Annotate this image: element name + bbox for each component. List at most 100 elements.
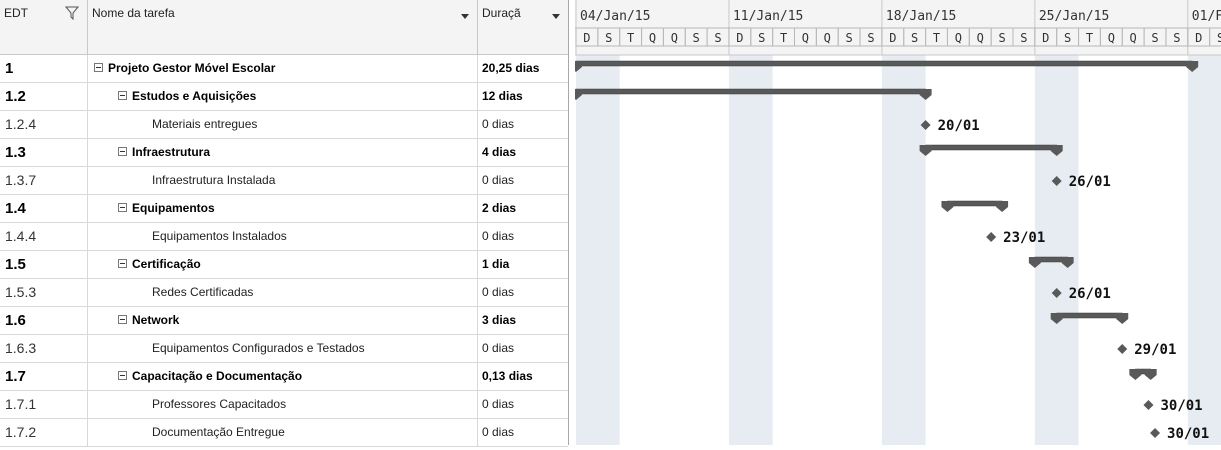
- task-name-cell[interactable]: Infraestrutura: [88, 139, 478, 166]
- edt-cell[interactable]: 1.4: [0, 195, 88, 222]
- edt-cell[interactable]: 1.6: [0, 307, 88, 334]
- summary-bar-end-cap: [1116, 313, 1129, 324]
- column-header-duration[interactable]: Duraçã: [478, 0, 568, 55]
- milestone-date-label: 30/01: [1160, 398, 1202, 414]
- collapse-toggle-icon[interactable]: [118, 315, 127, 325]
- edt-cell[interactable]: 1.4.4: [0, 223, 88, 250]
- edt-cell[interactable]: 1.5: [0, 251, 88, 278]
- edt-cell[interactable]: 1.3.7: [0, 167, 88, 194]
- table-row[interactable]: 1.7.2 Documentação Entregue 0 dias: [0, 419, 568, 447]
- duration-cell[interactable]: 2 dias: [478, 195, 568, 222]
- task-name: Equipamentos: [132, 201, 215, 215]
- duration-cell[interactable]: 0 dias: [478, 167, 568, 194]
- task-name: Infraestrutura: [132, 145, 211, 159]
- duration-cell[interactable]: 0,13 dias: [478, 363, 568, 390]
- filter-icon[interactable]: [65, 6, 79, 20]
- task-name: Materiais entregues: [152, 117, 258, 131]
- table-row[interactable]: 1.3 Infraestrutura 4 dias: [0, 139, 568, 167]
- edt-cell[interactable]: 1.2: [0, 83, 88, 110]
- day-label: D: [1195, 31, 1202, 45]
- day-label: S: [693, 31, 700, 45]
- day-label: D: [1042, 31, 1049, 45]
- task-name-cell[interactable]: Capacitação e Documentação: [88, 363, 478, 390]
- edt-cell[interactable]: 1.2.4: [0, 111, 88, 138]
- edt-cell[interactable]: 1.7.1: [0, 391, 88, 418]
- table-row[interactable]: 1.3.7 Infraestrutura Instalada 0 dias: [0, 167, 568, 195]
- task-name: Equipamentos Configurados e Testados: [152, 341, 365, 355]
- day-label: S: [1020, 31, 1027, 45]
- duration-cell[interactable]: 0 dias: [478, 223, 568, 250]
- day-label: S: [1064, 31, 1071, 45]
- day-label: T: [1086, 31, 1093, 45]
- task-name-cell[interactable]: Equipamentos: [88, 195, 478, 222]
- summary-bar-start-cap: [1129, 369, 1142, 380]
- collapse-toggle-icon[interactable]: [118, 203, 127, 213]
- table-row[interactable]: 1.4 Equipamentos 2 dias: [0, 195, 568, 223]
- duration-cell[interactable]: 20,25 dias: [478, 55, 568, 82]
- table-row[interactable]: 1.5 Certificação 1 dia: [0, 251, 568, 279]
- dropdown-arrow-icon[interactable]: [552, 14, 560, 19]
- table-row[interactable]: 1.7 Capacitação e Documentação 0,13 dias: [0, 363, 568, 391]
- day-label: S: [911, 31, 918, 45]
- task-name-cell[interactable]: Equipamentos Instalados: [88, 223, 478, 250]
- table-row[interactable]: 1.2.4 Materiais entregues 0 dias: [0, 111, 568, 139]
- edt-cell[interactable]: 1: [0, 55, 88, 82]
- task-name-cell[interactable]: Redes Certificadas: [88, 279, 478, 306]
- table-row[interactable]: 1.6 Network 3 dias: [0, 307, 568, 335]
- column-header-name[interactable]: Nome da tarefa: [88, 0, 478, 55]
- milestone-date-label: 23/01: [1003, 230, 1045, 246]
- collapse-toggle-icon[interactable]: [94, 63, 103, 73]
- day-label: S: [758, 31, 765, 45]
- duration-cell[interactable]: 4 dias: [478, 139, 568, 166]
- duration-cell[interactable]: 1 dia: [478, 251, 568, 278]
- duration-cell[interactable]: 0 dias: [478, 335, 568, 362]
- summary-bar: [575, 88, 926, 95]
- task-name-cell[interactable]: Certificação: [88, 251, 478, 278]
- edt-cell[interactable]: 1.7: [0, 363, 88, 390]
- edt-cell[interactable]: 1.7.2: [0, 419, 88, 446]
- day-label: D: [583, 31, 590, 45]
- duration-cell[interactable]: 0 dias: [478, 111, 568, 138]
- duration-cell[interactable]: 0 dias: [478, 279, 568, 306]
- task-name: Capacitação e Documentação: [132, 369, 303, 383]
- task-name-cell[interactable]: Professores Capacitados: [88, 391, 478, 418]
- grid-header: EDT Nome da tarefa Duraçã: [0, 0, 568, 55]
- collapse-toggle-icon[interactable]: [118, 259, 127, 269]
- collapse-toggle-icon[interactable]: [118, 91, 127, 101]
- task-name-cell[interactable]: Equipamentos Configurados e Testados: [88, 335, 478, 362]
- edt-cell[interactable]: 1.5.3: [0, 279, 88, 306]
- duration-cell[interactable]: 3 dias: [478, 307, 568, 334]
- task-name-cell[interactable]: Materiais entregues: [88, 111, 478, 138]
- collapse-toggle-icon[interactable]: [118, 371, 127, 381]
- column-header-edt[interactable]: EDT: [0, 0, 88, 55]
- table-row[interactable]: 1.4.4 Equipamentos Instalados 0 dias: [0, 223, 568, 251]
- summary-bar: [575, 60, 1193, 67]
- week-label: 04/Jan/15: [580, 9, 650, 24]
- milestone-date-label: 20/01: [938, 118, 980, 134]
- dropdown-arrow-icon[interactable]: [461, 14, 469, 19]
- edt-cell[interactable]: 1.6.3: [0, 335, 88, 362]
- duration-cell[interactable]: 0 dias: [478, 419, 568, 446]
- duration-cell[interactable]: 12 dias: [478, 83, 568, 110]
- edt-cell[interactable]: 1.3: [0, 139, 88, 166]
- task-name: Projeto Gestor Móvel Escolar: [108, 61, 276, 75]
- task-name: Estudos e Aquisições: [132, 89, 257, 103]
- day-label: Q: [1130, 31, 1137, 45]
- task-name-cell[interactable]: Projeto Gestor Móvel Escolar: [88, 55, 478, 82]
- day-label: Q: [977, 31, 984, 45]
- summary-bar: [925, 144, 1057, 151]
- task-name-cell[interactable]: Estudos e Aquisições: [88, 83, 478, 110]
- table-row[interactable]: 1.6.3 Equipamentos Configurados e Testado…: [0, 335, 568, 363]
- collapse-toggle-icon[interactable]: [118, 147, 127, 157]
- gantt-chart: 04/Jan/15 11/Jan/15 18/Jan/15 25/Jan/15 01/F…: [570, 0, 1221, 445]
- table-row[interactable]: 1.7.1 Professores Capacitados 0 dias: [0, 391, 568, 419]
- task-name-cell[interactable]: Documentação Entregue: [88, 419, 478, 446]
- milestone-marker: [1143, 400, 1154, 410]
- table-row[interactable]: 1.5.3 Redes Certificadas 0 dias: [0, 279, 568, 307]
- task-name-cell[interactable]: Infraestrutura Instalada: [88, 167, 478, 194]
- table-row[interactable]: 1.2 Estudos e Aquisições 12 dias: [0, 83, 568, 111]
- weekend-shade: [728, 55, 773, 445]
- table-row[interactable]: 1 Projeto Gestor Móvel Escolar 20,25 dias: [0, 55, 568, 83]
- task-name-cell[interactable]: Network: [88, 307, 478, 334]
- duration-cell[interactable]: 0 dias: [478, 391, 568, 418]
